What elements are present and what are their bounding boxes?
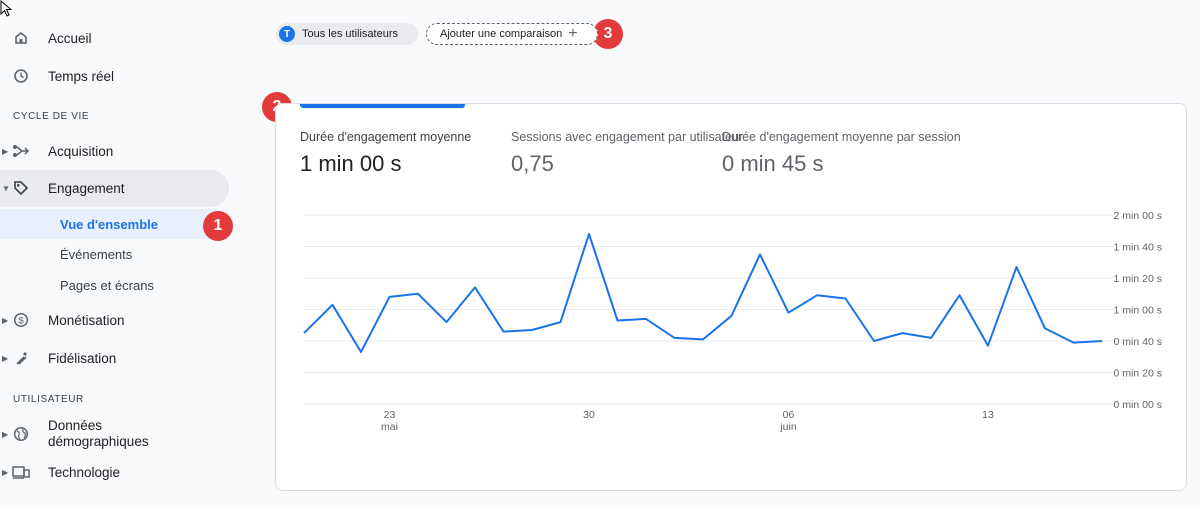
add-comparison-button[interactable]: Ajouter une comparaison + — [426, 23, 598, 45]
x-tick-label-day: 23 — [384, 409, 396, 421]
sidebar-item-monetization[interactable]: ▶ $ Monétisation — [0, 302, 250, 338]
sidebar-item-engagement[interactable]: ▼ Engagement — [0, 170, 229, 206]
sidebar-item-label: Données — [48, 418, 103, 433]
sidebar-item-label: Technologie — [48, 464, 121, 480]
engagement-summary-card: Durée d'engagement moyenne 1 min 00 s Se… — [275, 103, 1187, 491]
section-header-user: UTILISATEUR — [13, 394, 84, 405]
annotation-badge-1: 1 — [203, 211, 233, 241]
tag-icon — [12, 179, 30, 197]
sidebar: Accueil Temps réel CYCLE DE VIE ▶ Acquis… — [0, 0, 250, 507]
x-tick-label-month: mai — [381, 421, 398, 433]
y-tick-label: 1 min 40 s — [1114, 242, 1162, 254]
devices-icon — [12, 463, 30, 481]
globe-icon — [12, 425, 30, 443]
caret-right-icon: ▶ — [2, 467, 9, 477]
series-line — [303, 232, 1103, 353]
sidebar-item-home[interactable]: Accueil — [0, 20, 250, 56]
y-tick-label: 1 min 20 s — [1114, 273, 1162, 285]
add-comparison-label: Ajouter une comparaison — [440, 28, 563, 40]
sidebar-item-demographics[interactable]: ▶ Données démographiques — [0, 414, 250, 454]
plus-icon: + — [568, 25, 578, 42]
magnet-icon — [12, 349, 30, 367]
clock-icon — [12, 67, 30, 85]
sidebar-item-label: Temps réel — [48, 68, 115, 84]
sidebar-subitem-overview[interactable]: Vue d'ensemble — [0, 209, 230, 239]
x-tick-label-month: juin — [779, 421, 797, 433]
sidebar-subitem-pages-screens[interactable]: Pages et écrans — [0, 270, 230, 300]
segment-avatar: T — [279, 26, 295, 42]
caret-right-icon: ▶ — [2, 315, 9, 325]
sidebar-subitem-events[interactable]: Événements — [0, 239, 230, 269]
sidebar-item-label: démographiques — [48, 434, 149, 449]
x-tick-label-day: 30 — [583, 409, 595, 421]
sidebar-item-realtime[interactable]: Temps réel — [0, 58, 250, 94]
caret-down-icon: ▼ — [2, 183, 10, 193]
segment-chip-label: Tous les utilisateurs — [302, 28, 398, 40]
sidebar-subitem-label: Vue d'ensemble — [60, 216, 158, 232]
sidebar-subitem-label: Événements — [60, 246, 133, 262]
sidebar-item-acquisition[interactable]: ▶ Acquisition — [0, 133, 250, 169]
home-icon — [12, 29, 30, 47]
acquisition-icon — [12, 142, 30, 160]
y-tick-label: 0 min 00 s — [1114, 399, 1162, 411]
x-tick-label-day: 06 — [783, 409, 795, 421]
mouse-cursor-icon — [0, 0, 12, 17]
line-chart: 2 min 00 s 1 min 40 s 1 min 20 s 1 min 00 s… — [303, 210, 1162, 433]
section-header-lifecycle: CYCLE DE VIE — [13, 111, 90, 122]
sidebar-item-label-block: Données démographiques — [48, 418, 149, 450]
svg-text:$: $ — [18, 316, 24, 327]
sidebar-item-retention[interactable]: ▶ Fidélisation — [0, 340, 250, 376]
y-tick-label: 1 min 00 s — [1114, 305, 1162, 317]
sidebar-item-label: Engagement — [48, 180, 125, 196]
sidebar-item-label: Monétisation — [48, 312, 125, 328]
sidebar-item-label: Fidélisation — [48, 350, 117, 366]
caret-right-icon: ▶ — [2, 429, 9, 439]
segment-chip-all-users[interactable]: T Tous les utilisateurs — [276, 23, 418, 45]
sidebar-item-technology[interactable]: ▶ Technologie — [0, 454, 250, 490]
x-tick-label-day: 13 — [982, 409, 994, 421]
sidebar-item-label: Accueil — [48, 30, 92, 46]
dollar-circle-icon: $ — [12, 311, 30, 329]
caret-right-icon: ▶ — [2, 353, 9, 363]
sidebar-item-label: Acquisition — [48, 143, 114, 159]
y-tick-label: 0 min 40 s — [1114, 336, 1162, 348]
sidebar-subitem-label: Pages et écrans — [60, 277, 154, 293]
caret-right-icon: ▶ — [2, 146, 9, 156]
y-tick-label: 2 min 00 s — [1114, 210, 1162, 222]
y-tick-label: 0 min 20 s — [1114, 368, 1162, 380]
